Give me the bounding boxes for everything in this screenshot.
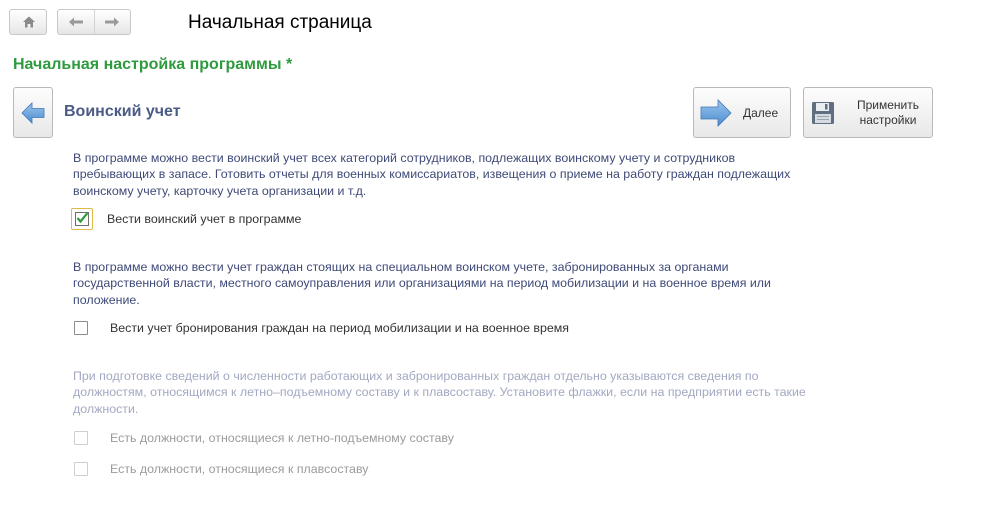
arrow-right-icon bbox=[105, 17, 120, 27]
checkmark-icon bbox=[76, 212, 89, 224]
flight-crew-checkbox[interactable] bbox=[74, 431, 88, 445]
section-title: Начальная настройка программы * bbox=[13, 56, 293, 73]
crew-positions-description: При подготовке сведений о численности ра… bbox=[73, 369, 806, 416]
reservation-checkbox[interactable] bbox=[74, 321, 88, 335]
arrow-left-icon bbox=[68, 17, 83, 27]
sailing-crew-checkbox[interactable] bbox=[74, 462, 88, 476]
back-nav-button[interactable] bbox=[58, 10, 95, 34]
apply-label-line1: Применить bbox=[856, 97, 919, 112]
home-button[interactable] bbox=[9, 9, 47, 35]
page-title: Начальная страница bbox=[188, 12, 372, 33]
floppy-disk-icon bbox=[812, 101, 834, 124]
apply-settings-button[interactable]: Применить настройки bbox=[803, 87, 933, 138]
sailing-crew-checkbox-label[interactable]: Есть должности, относящиеся к плавсостав… bbox=[110, 462, 368, 476]
military-accounting-checkbox-label[interactable]: Вести воинский учет в программе bbox=[107, 212, 301, 226]
military-accounting-description: В программе можно вести воинский учет вс… bbox=[73, 151, 791, 198]
step-title: Воинский учет bbox=[64, 103, 181, 120]
history-nav-group bbox=[57, 9, 131, 35]
reservation-checkbox-row[interactable]: Вести учет бронирования граждан на перио… bbox=[71, 321, 569, 335]
military-accounting-checkbox-row[interactable]: Вести воинский учет в программе bbox=[71, 208, 301, 230]
forward-nav-button[interactable] bbox=[95, 10, 131, 34]
reservation-description: В программе можно вести учет граждан сто… bbox=[73, 260, 771, 307]
sailing-crew-checkbox-row[interactable]: Есть должности, относящиеся к плавсостав… bbox=[71, 462, 368, 476]
apply-settings-label: Применить настройки bbox=[846, 98, 930, 128]
next-button[interactable]: Далее bbox=[693, 87, 791, 138]
next-button-label: Далее bbox=[743, 105, 779, 120]
flight-crew-checkbox-label[interactable]: Есть должности, относящиеся к летно-подъ… bbox=[110, 431, 454, 445]
arrow-left-icon bbox=[21, 101, 45, 124]
flight-crew-checkbox-row[interactable]: Есть должности, относящиеся к летно-подъ… bbox=[71, 431, 454, 445]
arrow-right-icon bbox=[700, 98, 732, 127]
previous-step-button[interactable] bbox=[13, 87, 53, 138]
military-accounting-checkbox[interactable] bbox=[71, 208, 93, 230]
home-icon bbox=[23, 16, 35, 28]
apply-label-line2: настройки bbox=[859, 112, 917, 127]
reservation-checkbox-label[interactable]: Вести учет бронирования граждан на перио… bbox=[110, 321, 569, 335]
